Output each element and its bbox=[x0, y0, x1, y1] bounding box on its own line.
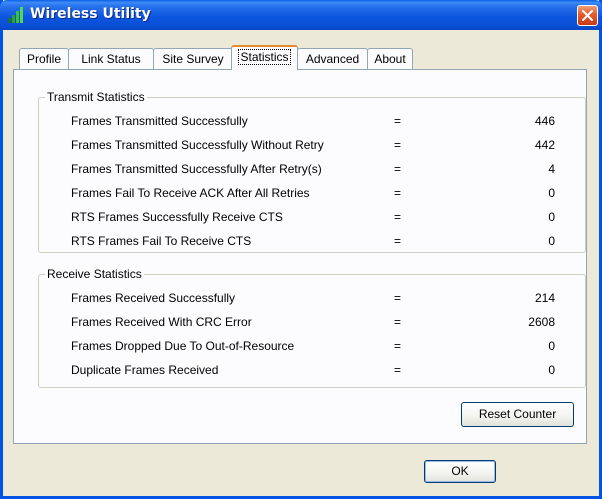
stat-equals: = bbox=[394, 234, 402, 248]
wireless-utility-window: Wireless Utility Profile Link Status Sit… bbox=[0, 0, 602, 499]
stat-row: Frames Transmitted Successfully Without … bbox=[39, 138, 585, 154]
stat-value: 0 bbox=[548, 363, 555, 377]
stat-value: 214 bbox=[534, 291, 555, 305]
stat-row: Frames Fail To Receive ACK After All Ret… bbox=[39, 186, 585, 202]
title-bar[interactable]: Wireless Utility bbox=[0, 0, 602, 30]
ok-button[interactable]: OK bbox=[424, 460, 496, 483]
stat-row: Frames Transmitted Successfully After Re… bbox=[39, 162, 585, 178]
stat-value: 0 bbox=[548, 234, 555, 248]
stat-label: Frames Received Successfully bbox=[71, 291, 236, 305]
stat-label: Frames Transmitted Successfully bbox=[71, 114, 248, 128]
tab-link-status[interactable]: Link Status bbox=[68, 48, 154, 69]
stat-value: 0 bbox=[548, 210, 555, 224]
tab-profile[interactable]: Profile bbox=[19, 48, 69, 69]
transmit-statistics-title: Transmit Statistics bbox=[45, 90, 147, 104]
stat-equals: = bbox=[394, 363, 402, 377]
stat-label: Frames Fail To Receive ACK After All Ret… bbox=[71, 186, 310, 200]
stat-equals: = bbox=[394, 339, 402, 353]
close-icon bbox=[582, 10, 593, 21]
stat-equals: = bbox=[394, 291, 402, 305]
stat-label: Frames Dropped Due To Out-of-Resource bbox=[71, 339, 295, 353]
stat-equals: = bbox=[394, 114, 402, 128]
transmit-statistics-group: Transmit Statistics Frames Transmitted S… bbox=[38, 90, 586, 253]
receive-statistics-group: Receive Statistics Frames Received Succe… bbox=[38, 267, 586, 388]
stat-value: 442 bbox=[534, 138, 555, 152]
stat-equals: = bbox=[394, 138, 402, 152]
tab-about[interactable]: About bbox=[367, 48, 413, 69]
stat-equals: = bbox=[394, 315, 402, 329]
stat-equals: = bbox=[394, 210, 402, 224]
stat-equals: = bbox=[394, 186, 402, 200]
close-button[interactable] bbox=[577, 5, 598, 26]
stat-row: Frames Received Successfully = 214 bbox=[39, 291, 585, 307]
stat-value: 0 bbox=[548, 339, 555, 353]
stat-label: Duplicate Frames Received bbox=[71, 363, 219, 377]
stat-row: Frames Received With CRC Error = 2608 bbox=[39, 315, 585, 331]
tab-statistics[interactable]: Statistics bbox=[231, 45, 298, 70]
stat-row: Frames Dropped Due To Out-of-Resource = … bbox=[39, 339, 585, 355]
stat-equals: = bbox=[394, 162, 402, 176]
stat-row: Duplicate Frames Received = 0 bbox=[39, 363, 585, 379]
receive-statistics-title: Receive Statistics bbox=[45, 267, 144, 281]
stat-row: RTS Frames Successfully Receive CTS = 0 bbox=[39, 210, 585, 226]
stat-label: RTS Frames Fail To Receive CTS bbox=[71, 234, 252, 248]
stat-value: 446 bbox=[534, 114, 555, 128]
stat-row: RTS Frames Fail To Receive CTS = 0 bbox=[39, 234, 585, 250]
tab-advanced[interactable]: Advanced bbox=[297, 48, 368, 69]
stat-label: Frames Transmitted Successfully Without … bbox=[71, 138, 324, 152]
stat-value: 4 bbox=[548, 162, 555, 176]
stat-value: 0 bbox=[548, 186, 555, 200]
stat-row: Frames Transmitted Successfully = 446 bbox=[39, 114, 585, 130]
statistics-panel: Transmit Statistics Frames Transmitted S… bbox=[13, 69, 587, 444]
stat-label: RTS Frames Successfully Receive CTS bbox=[71, 210, 283, 224]
stat-label: Frames Received With CRC Error bbox=[71, 315, 252, 329]
signal-bars-icon bbox=[8, 7, 24, 23]
tab-site-survey[interactable]: Site Survey bbox=[153, 48, 233, 69]
reset-counter-button[interactable]: Reset Counter bbox=[461, 402, 574, 427]
stat-label: Frames Transmitted Successfully After Re… bbox=[71, 162, 322, 176]
stat-value: 2608 bbox=[528, 315, 555, 329]
window-title: Wireless Utility bbox=[30, 6, 151, 22]
